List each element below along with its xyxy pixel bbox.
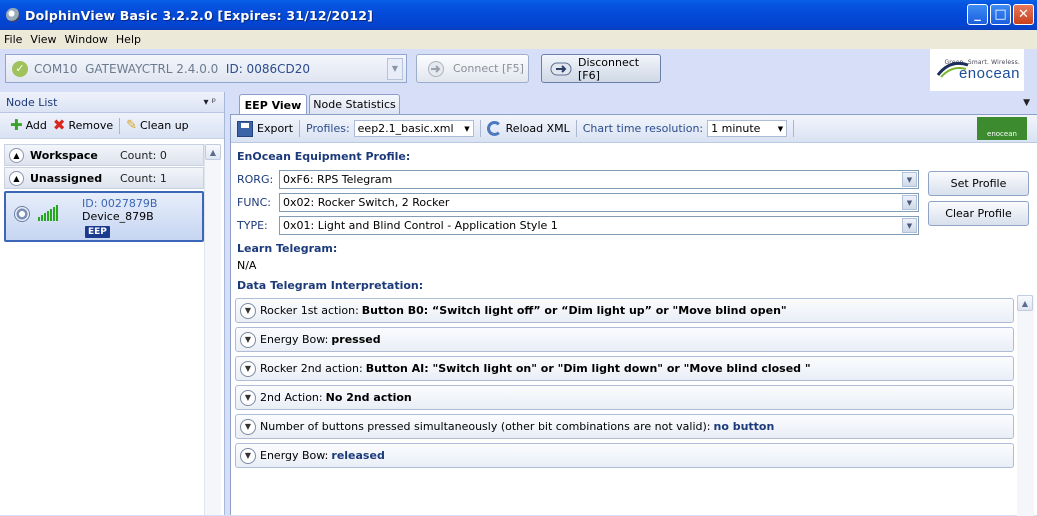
chart-resolution-select[interactable]: 1 minute ▼ — [707, 120, 788, 137]
save-icon — [237, 120, 253, 137]
group-workspace[interactable]: ▲ Workspace Count: 0 — [4, 144, 204, 166]
node-list-toolbar: ✚ Add ✖ Remove ✎ Clean up — [0, 113, 224, 139]
interpretation-row[interactable]: ▼ Energy Bow: pressed — [235, 327, 1014, 352]
eep-section-title: EnOcean Equipment Profile: — [237, 150, 411, 163]
chevron-down-icon[interactable]: ▼ — [387, 57, 403, 80]
expand-icon[interactable]: ▼ — [240, 360, 256, 377]
eep-view-content: Export Profiles: eep2.1_basic.xml ▼ Relo… — [230, 114, 1037, 516]
port-select-text: COM10 GATEWAYCTRL 2.4.0.0 ID: 0086CD20 — [34, 61, 310, 76]
scroll-up-icon[interactable]: ▲ — [205, 144, 221, 160]
toolbar-separator — [479, 120, 481, 137]
node-list-header: Node List ▾ ᵖ — [0, 92, 224, 113]
learn-telegram-value: N/A — [237, 259, 257, 272]
interpretation-scrollbar[interactable]: ▲ — [1017, 295, 1034, 516]
tab-node-statistics[interactable]: Node Statistics — [309, 94, 400, 114]
toolbar-separator — [119, 117, 121, 134]
add-button[interactable]: ✚ Add — [10, 118, 47, 133]
node-list-scrollbar[interactable]: ▲ — [204, 144, 221, 515]
title-bar: DolphinView Basic 3.2.2.0 [Expires: 31/1… — [0, 0, 1037, 30]
menu-view[interactable]: View — [30, 33, 56, 46]
type-row: TYPE: 0x01: Light and Blind Control - Ap… — [237, 216, 919, 235]
disconnect-icon — [550, 60, 572, 78]
group-unassigned[interactable]: ▲ Unassigned Count: 1 — [4, 167, 204, 189]
enocean-logo: Green. Smart. Wireless. enocean — [930, 49, 1024, 91]
eep-toolbar: Export Profiles: eep2.1_basic.xml ▼ Relo… — [231, 115, 1037, 143]
rorg-select[interactable]: 0xF6: RPS Telegram ▼ — [279, 170, 919, 189]
menu-file[interactable]: File — [4, 33, 22, 46]
reload-xml-button[interactable]: Reload XML — [506, 122, 570, 135]
interpretation-title: Data Telegram Interpretation: — [237, 279, 424, 292]
maximize-button[interactable]: □ — [990, 4, 1011, 25]
connect-button[interactable]: Connect [F5] — [416, 54, 529, 83]
connect-icon — [425, 60, 447, 78]
chevron-down-icon[interactable]: ▼ — [902, 218, 917, 233]
expand-icon[interactable]: ▼ — [240, 418, 256, 435]
tab-strip: EEP View Node Statistics ▼ — [225, 92, 1037, 115]
connection-bar: ✓ COM10 GATEWAYCTRL 2.4.0.0 ID: 0086CD20… — [0, 49, 1037, 92]
menu-window[interactable]: Window — [65, 33, 108, 46]
expand-icon[interactable]: ▼ — [240, 389, 256, 406]
toolbar-separator — [299, 120, 301, 137]
device-icon — [14, 206, 30, 222]
tab-menu-icon[interactable]: ▼ — [1023, 98, 1030, 108]
minimize-button[interactable]: _ — [967, 4, 988, 25]
logo-swoosh-icon — [936, 61, 969, 78]
broom-icon: ✎ — [126, 118, 137, 133]
chevron-down-icon[interactable]: ▼ — [902, 172, 917, 187]
chart-resolution-label: Chart time resolution: — [582, 122, 704, 135]
toolbar-separator — [793, 120, 795, 137]
collapse-icon[interactable]: ▲ — [9, 147, 24, 163]
device-name: Device_879B — [82, 210, 154, 223]
expand-icon[interactable]: ▼ — [240, 302, 256, 319]
learn-telegram-title: Learn Telegram: — [237, 242, 338, 255]
pin-icon[interactable]: ▾ ᵖ — [204, 97, 216, 108]
interpretation-row[interactable]: ▼ Rocker 2nd action: Button AI: "Switch … — [235, 356, 1014, 381]
connected-check-icon: ✓ — [12, 60, 28, 77]
node-list-title: Node List — [6, 95, 58, 109]
collapse-icon[interactable]: ▲ — [9, 170, 24, 186]
toolbar-separator — [575, 120, 577, 137]
interpretation-row[interactable]: ▼ Number of buttons pressed simultaneous… — [235, 414, 1014, 439]
clear-profile-button[interactable]: Clear Profile — [928, 201, 1029, 226]
window-title: DolphinView Basic 3.2.2.0 [Expires: 31/1… — [25, 7, 374, 23]
scroll-up-icon[interactable]: ▲ — [1017, 295, 1033, 311]
menu-help[interactable]: Help — [116, 33, 141, 46]
chevron-down-icon: ▼ — [777, 125, 784, 133]
chevron-down-icon[interactable]: ▼ — [902, 195, 917, 210]
node-list-panel: Node List ▾ ᵖ ✚ Add ✖ Remove ✎ Clean up … — [0, 92, 225, 515]
window-controls: _ □ ✕ — [967, 4, 1034, 25]
expand-icon[interactable]: ▼ — [240, 331, 256, 348]
close-button[interactable]: ✕ — [1013, 4, 1034, 25]
profiles-select[interactable]: eep2.1_basic.xml ▼ — [353, 120, 474, 137]
profiles-label: Profiles: — [306, 122, 350, 135]
func-select[interactable]: 0x02: Rocker Switch, 2 Rocker ▼ — [279, 193, 919, 212]
type-select[interactable]: 0x01: Light and Blind Control - Applicat… — [279, 216, 919, 235]
plus-icon: ✚ — [10, 116, 23, 134]
signal-strength-icon — [38, 205, 58, 221]
set-profile-button[interactable]: Set Profile — [928, 171, 1029, 196]
cleanup-button[interactable]: ✎ Clean up — [126, 119, 189, 132]
interpretation-row[interactable]: ▼ Energy Bow: released — [235, 443, 1014, 468]
reload-icon — [486, 121, 502, 136]
disconnect-button[interactable]: Disconnect [F6] — [541, 54, 661, 83]
export-button[interactable]: Export — [257, 122, 293, 135]
enocean-mini-logo: enocean — [977, 117, 1027, 140]
chevron-down-icon: ▼ — [464, 125, 470, 133]
app-icon — [6, 8, 20, 22]
device-id: ID: 0027879B — [82, 197, 158, 210]
device-card[interactable]: ID: 0027879B Device_879B EEP — [4, 191, 204, 242]
interpretation-row[interactable]: ▼ Rocker 1st action: Button B0: “Switch … — [235, 298, 1014, 323]
tab-eep-view[interactable]: EEP View — [239, 94, 307, 115]
remove-button[interactable]: ✖ Remove — [53, 118, 113, 133]
func-row: FUNC: 0x02: Rocker Switch, 2 Rocker ▼ — [237, 193, 919, 212]
interpretation-row[interactable]: ▼ 2nd Action: No 2nd action — [235, 385, 1014, 410]
port-select[interactable]: ✓ COM10 GATEWAYCTRL 2.4.0.0 ID: 0086CD20… — [5, 54, 407, 83]
x-icon: ✖ — [52, 116, 66, 134]
menu-bar: File View Window Help — [0, 30, 1037, 49]
node-tree: ▲ Workspace Count: 0 ▲ Unassigned Count:… — [4, 144, 204, 242]
rorg-row: RORG: 0xF6: RPS Telegram ▼ — [237, 170, 919, 189]
eep-badge: EEP — [85, 226, 110, 238]
expand-icon[interactable]: ▼ — [240, 447, 256, 464]
